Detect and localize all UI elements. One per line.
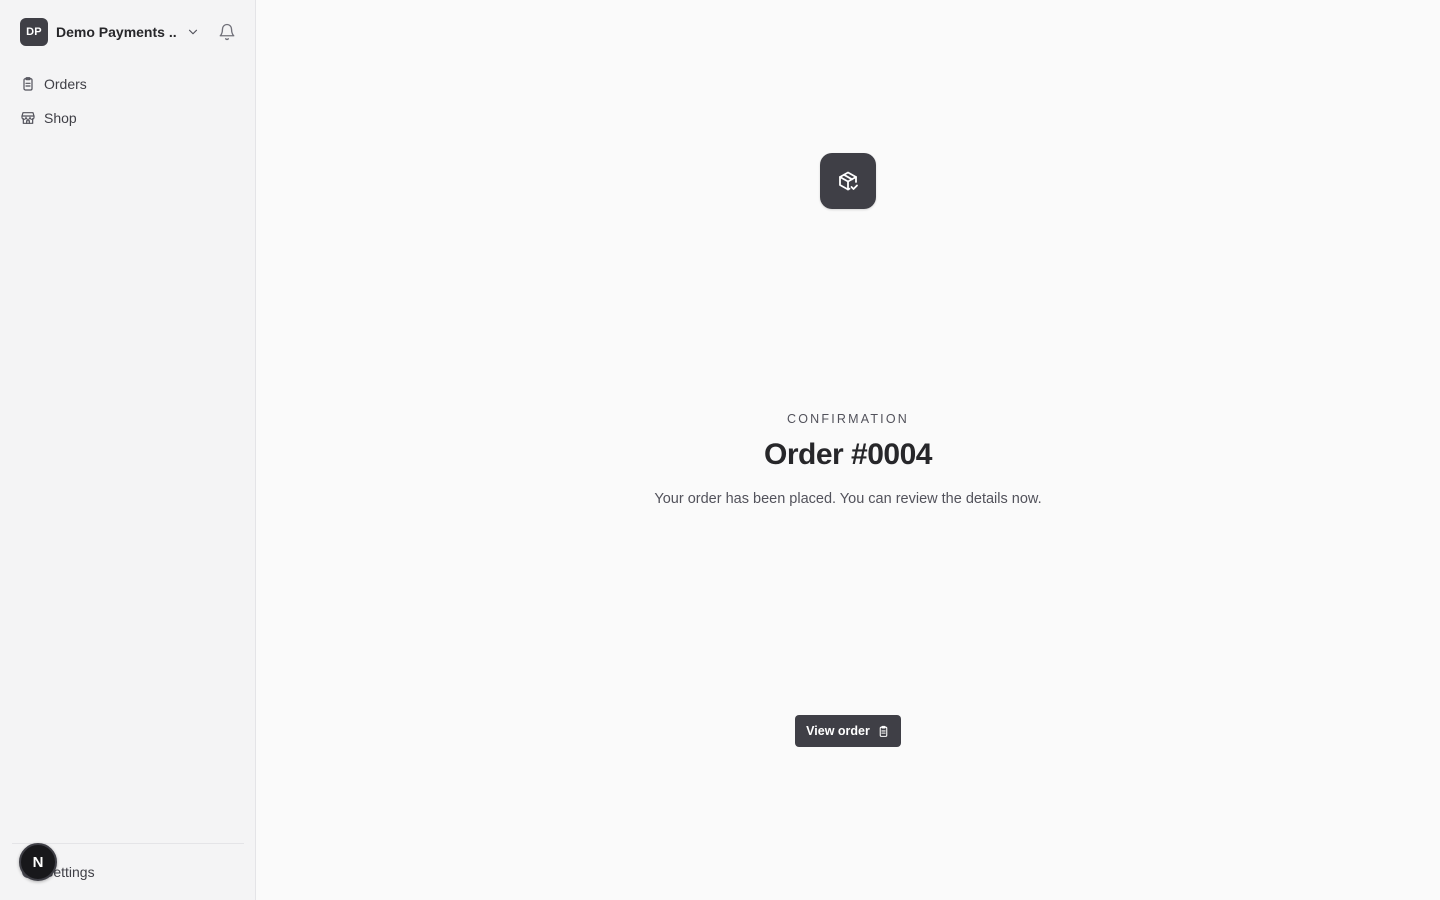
org-switcher[interactable]: DP Demo Payments ... bbox=[20, 18, 210, 46]
sidebar-item-label: Orders bbox=[44, 76, 87, 92]
confirmation-message: Your order has been placed. You can revi… bbox=[654, 491, 1042, 507]
sidebar-item-shop[interactable]: Shop bbox=[20, 104, 240, 132]
view-order-button[interactable]: View order bbox=[795, 715, 901, 747]
view-order-label: View order bbox=[806, 724, 870, 738]
clipboard-icon bbox=[23, 77, 33, 91]
sidebar-item-orders[interactable]: Orders bbox=[20, 70, 240, 98]
sidebar-nav: Orders Shop bbox=[20, 70, 240, 138]
chevron-down-icon[interactable] bbox=[186, 25, 200, 39]
package-check-icon bbox=[839, 171, 858, 191]
store-icon bbox=[21, 112, 35, 124]
user-avatar-button[interactable]: N bbox=[19, 843, 57, 881]
hero-icon-tile bbox=[820, 153, 876, 209]
page-title: Order #0004 bbox=[764, 438, 932, 471]
sidebar-divider bbox=[12, 843, 244, 844]
sidebar: DP Demo Payments ... Orders Shop Setting… bbox=[0, 0, 256, 900]
org-avatar: DP bbox=[20, 18, 48, 46]
org-name: Demo Payments ... bbox=[56, 24, 176, 40]
confirmation-eyebrow: CONFIRMATION bbox=[787, 412, 909, 426]
main-content: CONFIRMATION Order #0004 Your order has … bbox=[256, 0, 1440, 900]
sidebar-item-label: Shop bbox=[44, 110, 77, 126]
bell-icon[interactable] bbox=[218, 23, 236, 41]
clipboard-icon bbox=[879, 725, 888, 737]
app: DP Demo Payments ... Orders Shop Setting… bbox=[0, 0, 1440, 900]
